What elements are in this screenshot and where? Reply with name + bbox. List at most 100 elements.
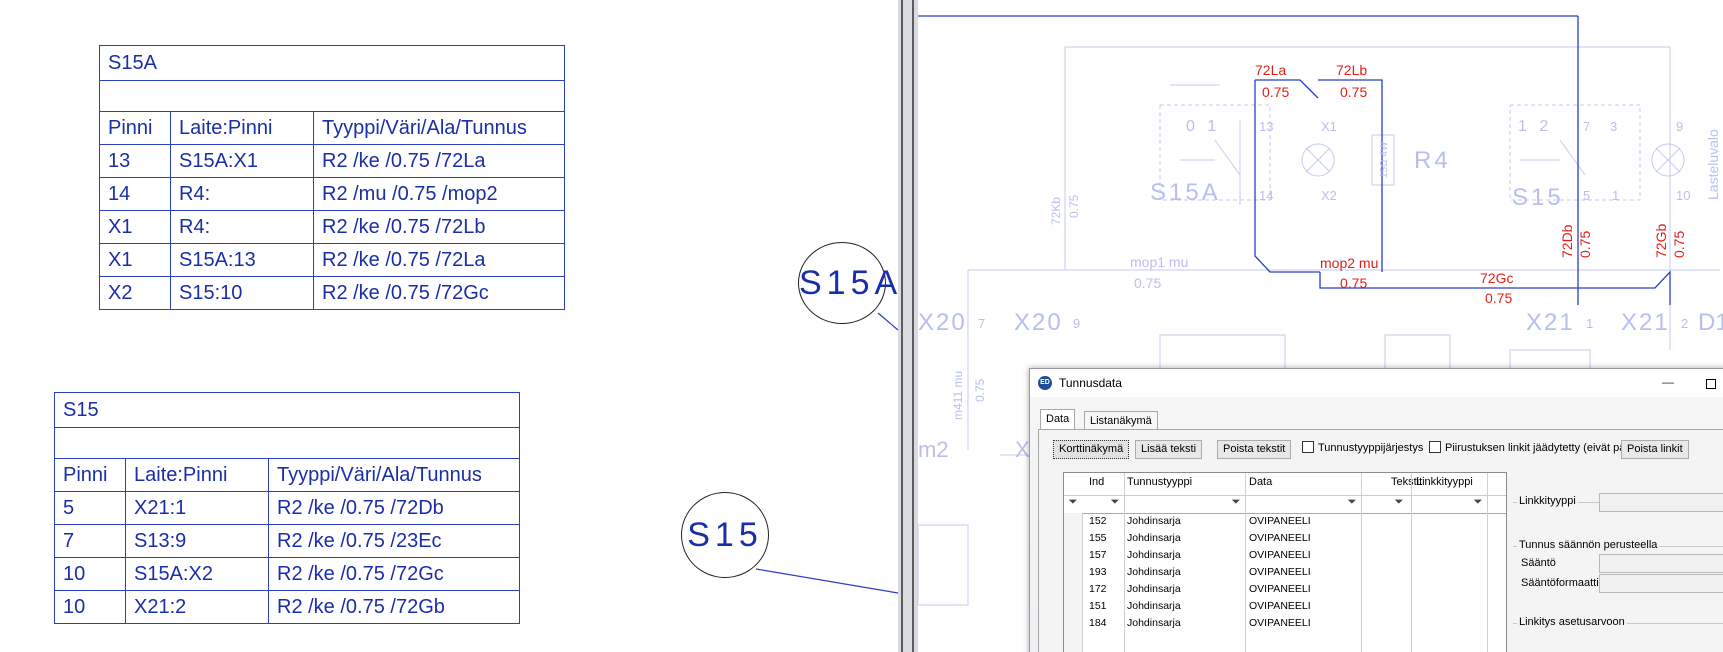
leader-s15a xyxy=(877,312,899,331)
table-row[interactable]: 193 Johdinsarja OVIPANEELI xyxy=(1064,565,1506,580)
cell-data: OVIPANEELI xyxy=(1249,532,1311,544)
app-icon: ED xyxy=(1038,376,1052,390)
pin-x1: X1 xyxy=(1321,119,1337,134)
table-row[interactable]: 13 S15A:X1 R2 /ke /0.75 /72La xyxy=(99,144,565,178)
checkbox-box[interactable] xyxy=(1302,441,1314,453)
minimize-icon[interactable]: — xyxy=(1660,375,1676,391)
table-row[interactable]: 7 S13:9 R2 /ke /0.75 /23Ec xyxy=(54,524,520,558)
wire-area-72kb: 0.75 xyxy=(1067,194,1081,218)
remove-texts-button[interactable]: Poista tekstit xyxy=(1217,440,1292,459)
add-text-button[interactable]: Lisää teksti xyxy=(1135,440,1203,459)
rule-group-label: Tunnus säännön perusteella xyxy=(1517,539,1660,551)
tab-list-view[interactable]: Listanäkymä xyxy=(1084,411,1158,430)
table-row[interactable]: 184 Johdinsarja OVIPANEELI xyxy=(1064,616,1506,631)
table-blank-row xyxy=(99,80,565,112)
table-row[interactable]: 172 Johdinsarja OVIPANEELI xyxy=(1064,582,1506,597)
cell-device-pin: S15A:13 xyxy=(170,243,314,277)
card-view-button[interactable]: Korttinäkymä xyxy=(1053,440,1130,459)
tab-data[interactable]: Data xyxy=(1040,409,1076,430)
remove-links-button[interactable]: Poista linkit xyxy=(1621,440,1689,459)
terminal-pin-7: 7 xyxy=(978,316,985,331)
cell-ind: 184 xyxy=(1089,617,1107,629)
connection-table-s15a[interactable]: S15A Pinni Laite:Pinni Tyyppi/Väri/Ala/T… xyxy=(99,45,565,310)
table-row[interactable]: 10 S15A:X2 R2 /ke /0.75 /72Gc xyxy=(54,557,520,591)
cell-data: OVIPANEELI xyxy=(1249,617,1311,629)
cell-device-pin: S15A:X1 xyxy=(170,144,314,178)
pin-9: 9 xyxy=(1676,119,1683,134)
dialog-body: Data Listanäkymä Korttinäkymä Lisää teks… xyxy=(1030,397,1723,652)
cell-type: R2 /ke /0.75 /72Gb xyxy=(268,590,520,624)
filter-icon[interactable]: ⏷ xyxy=(1109,496,1121,508)
cell-pin: 10 xyxy=(54,590,126,624)
cell-pin: 14 xyxy=(99,177,171,211)
cell-ind: 193 xyxy=(1089,566,1107,578)
wire-area-m411: 0.75 xyxy=(973,378,987,402)
column-header-type[interactable]: Tunnustyyppi xyxy=(1127,476,1192,488)
filter-icon[interactable]: ⏷ xyxy=(1230,496,1242,508)
dialog-titlebar[interactable]: ED Tunnusdata — xyxy=(1030,369,1723,397)
rule-field[interactable] xyxy=(1599,554,1723,573)
filter-icon[interactable]: ⏷ xyxy=(1393,496,1405,508)
cell-type: Johdinsarja xyxy=(1127,532,1181,544)
cell-type: Johdinsarja xyxy=(1127,549,1181,561)
table-row[interactable]: X1 R4: R2 /ke /0.75 /72Lb xyxy=(99,210,565,244)
terminal-pin-1: 1 xyxy=(1586,316,1593,331)
checkbox-box[interactable] xyxy=(1429,441,1441,453)
column-header-ind[interactable]: Ind xyxy=(1089,476,1104,488)
table-row[interactable]: 151 Johdinsarja OVIPANEELI xyxy=(1064,599,1506,614)
switch-positions-right: 1 2 xyxy=(1518,118,1552,135)
data-grid[interactable]: Ind Tunnustyyppi Data Tekstit Linkkityyp… xyxy=(1063,472,1507,652)
table-row[interactable]: X2 S15:10 R2 /ke /0.75 /72Gc xyxy=(99,276,565,310)
cell-ind: 151 xyxy=(1089,600,1107,612)
cell-ind: 157 xyxy=(1089,549,1107,561)
wire-label-72gb: 72Gb xyxy=(1653,224,1669,258)
balloon-s15a[interactable]: S15A xyxy=(798,242,897,324)
pin-13: 13 xyxy=(1259,119,1273,134)
wire-area-mop2: 0.75 xyxy=(1340,275,1367,291)
cad-canvas[interactable]: 72La 0.75 72Lb 0.75 mop2 mu 0.75 72Gc 0.… xyxy=(0,0,1723,652)
table-title: S15 xyxy=(54,392,520,428)
column-header-data[interactable]: Data xyxy=(1249,476,1272,488)
column-header-device-pin: Laite:Pinni xyxy=(170,111,314,145)
cell-device-pin: S13:9 xyxy=(125,524,269,558)
cell-type: Johdinsarja xyxy=(1127,600,1181,612)
table-row[interactable]: 157 Johdinsarja OVIPANEELI xyxy=(1064,548,1506,563)
cell-pin: X1 xyxy=(99,243,171,277)
table-row[interactable]: 152 Johdinsarja OVIPANEELI xyxy=(1064,514,1506,529)
link-type-label: Linkkityyppi xyxy=(1517,495,1578,507)
connection-table-s15[interactable]: S15 Pinni Laite:Pinni Tyyppi/Väri/Ala/Tu… xyxy=(54,392,520,624)
link-freeze-checkbox[interactable]: Piirustuksen linkit jäädytetty (eivät pä… xyxy=(1429,441,1648,454)
table-header-row: Pinni Laite:Pinni Tyyppi/Väri/Ala/Tunnus xyxy=(99,111,565,145)
rule-label: Sääntö xyxy=(1521,557,1556,569)
column-header-pin: Pinni xyxy=(54,458,126,492)
filter-icon[interactable]: ⏷ xyxy=(1472,496,1484,508)
wire-label-m411: m411 mu xyxy=(951,371,965,420)
filter-icon[interactable]: ⏷ xyxy=(1346,496,1358,508)
balloon-s15[interactable]: S15 xyxy=(681,492,769,578)
cell-ind: 172 xyxy=(1089,583,1107,595)
cell-ind: 152 xyxy=(1089,515,1107,527)
tunnusdata-dialog[interactable]: ED Tunnusdata — Data Listanäkymä Korttin… xyxy=(1029,368,1723,652)
rule-format-label: Sääntöformaatti xyxy=(1521,577,1599,589)
column-header-link-type[interactable]: Linkkityyppi xyxy=(1416,476,1473,488)
cell-pin: 13 xyxy=(99,144,171,178)
cell-type: R2 /mu /0.75 /mop2 xyxy=(313,177,565,211)
table-row[interactable]: 10 X21:2 R2 /ke /0.75 /72Gb xyxy=(54,590,520,624)
table-row[interactable]: 155 Johdinsarja OVIPANEELI xyxy=(1064,531,1506,546)
table-row[interactable]: 14 R4: R2 /mu /0.75 /mop2 xyxy=(99,177,565,211)
cell-type: R2 /ke /0.75 /23Ec xyxy=(268,524,520,558)
pin-3: 3 xyxy=(1610,119,1617,134)
link-type-field[interactable] xyxy=(1599,493,1723,512)
table-row[interactable]: 5 X21:1 R2 /ke /0.75 /72Db xyxy=(54,491,520,525)
checkbox-label: Tunnustyyppijärjestys xyxy=(1318,442,1424,454)
maximize-icon[interactable] xyxy=(1706,379,1716,389)
setting-group-label: Linkitys asetusarvoon xyxy=(1517,616,1627,628)
wire-label-mop1: mop1 mu xyxy=(1130,254,1188,270)
filter-icon[interactable]: ⏷ xyxy=(1067,496,1079,508)
wire-area-mop1: 0.75 xyxy=(1134,275,1161,291)
rule-format-field[interactable] xyxy=(1599,574,1723,593)
cell-data: OVIPANEELI xyxy=(1249,515,1311,527)
cell-device-pin: R4: xyxy=(170,177,314,211)
table-row[interactable]: X1 S15A:13 R2 /ke /0.75 /72La xyxy=(99,243,565,277)
type-order-checkbox[interactable]: Tunnustyyppijärjestys xyxy=(1302,441,1423,454)
